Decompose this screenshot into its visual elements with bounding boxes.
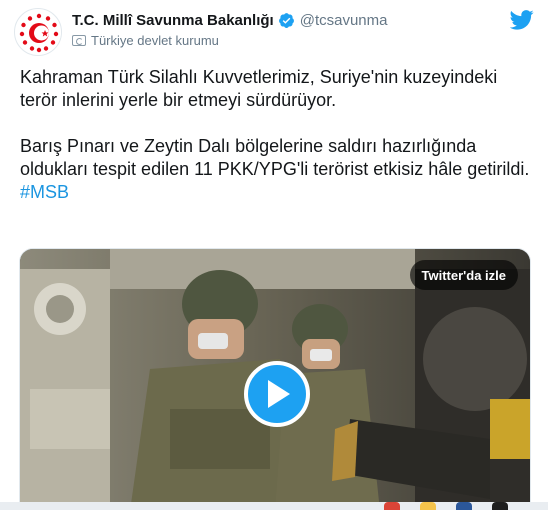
tweet-paragraph-2: Barış Pınarı ve Zeytin Dalı bölgelerine …: [20, 136, 530, 179]
verified-badge-icon: [278, 13, 294, 28]
video-player[interactable]: Twitter'da izle: [19, 248, 531, 510]
play-icon: [268, 380, 290, 408]
folder-icon[interactable]: [420, 502, 436, 510]
app-icon[interactable]: [492, 502, 508, 510]
account-handle[interactable]: @tcsavunma: [300, 12, 388, 29]
msb-emblem-icon: [17, 11, 61, 55]
twitter-bird-icon[interactable]: [510, 10, 534, 30]
account-name[interactable]: T.C. Millî Savunma Bakanlığı: [72, 12, 274, 29]
word-icon[interactable]: [456, 502, 472, 510]
play-button[interactable]: [244, 361, 310, 427]
account-avatar[interactable]: [14, 8, 62, 56]
tweet-card: T.C. Millî Savunma Bakanlığı @tcsavunma …: [0, 0, 548, 510]
government-flag-icon: [72, 35, 86, 46]
hashtag-link[interactable]: #MSB: [20, 182, 69, 202]
watch-on-twitter-button[interactable]: Twitter'da izle: [409, 260, 518, 290]
account-name-row: T.C. Millî Savunma Bakanlığı @tcsavunma: [72, 12, 387, 29]
chrome-icon[interactable]: [384, 502, 400, 510]
tweet-paragraph-1: Kahraman Türk Silahlı Kuvvetlerimiz, Sur…: [20, 67, 498, 110]
tweet-text: Kahraman Türk Silahlı Kuvvetlerimiz, Sur…: [20, 66, 535, 204]
government-label: Türkiye devlet kurumu: [72, 33, 219, 48]
government-label-text: Türkiye devlet kurumu: [91, 33, 219, 48]
